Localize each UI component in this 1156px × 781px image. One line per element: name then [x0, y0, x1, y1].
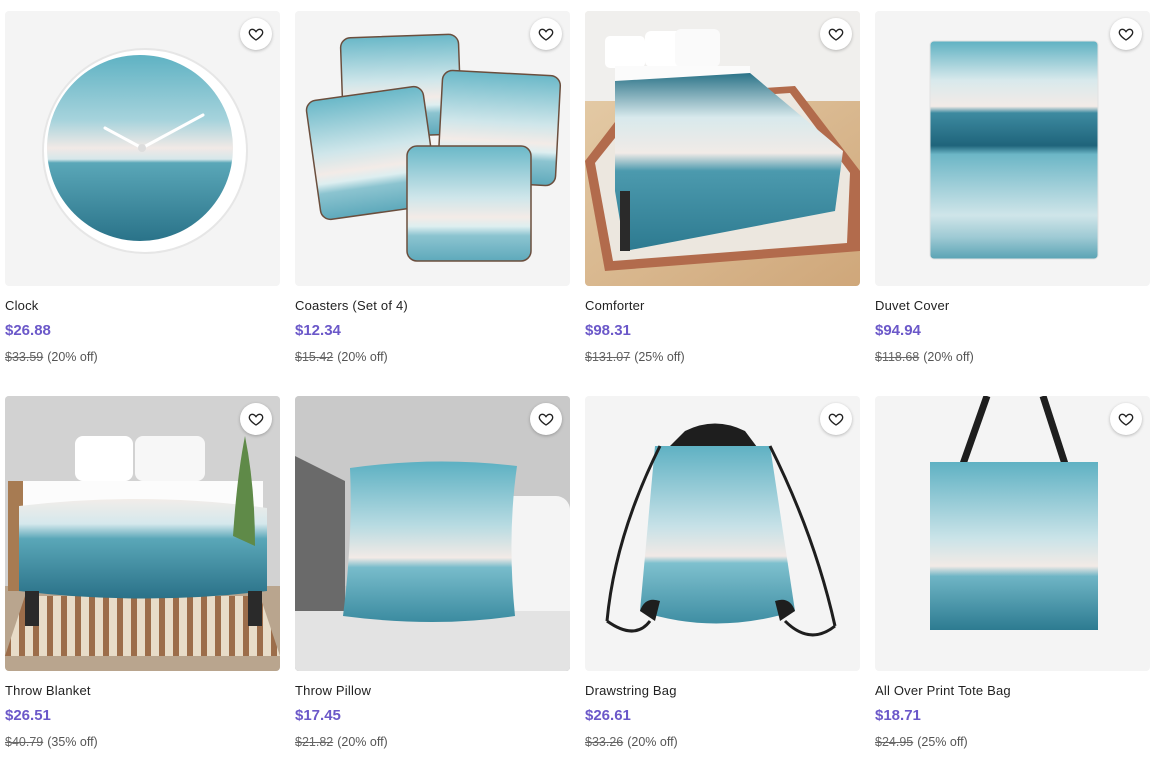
product-title[interactable]: Comforter	[585, 298, 645, 313]
heart-icon	[248, 413, 264, 426]
product-price: $26.61	[585, 707, 631, 724]
product-price: $98.31	[585, 322, 631, 339]
product-title[interactable]: Drawstring Bag	[585, 683, 677, 698]
original-price-line: $40.79 (35% off)	[5, 735, 98, 749]
favorite-button[interactable]	[820, 403, 852, 435]
product-card[interactable]: Duvet Cover $94.94 $118.68 (20% off)	[875, 11, 1150, 396]
product-title[interactable]: Duvet Cover	[875, 298, 949, 313]
original-price-line: $33.59 (20% off)	[5, 350, 98, 364]
product-price: $94.94	[875, 322, 921, 339]
tote-bag-product-image	[930, 396, 1098, 630]
original-price: $118.68	[875, 350, 920, 364]
product-price: $18.71	[875, 707, 921, 724]
product-grid: Clock $26.88 $33.59 (20% off) Coasters (…	[5, 11, 1150, 781]
product-title[interactable]: Throw Blanket	[5, 683, 91, 698]
original-price: $33.26	[585, 735, 624, 749]
original-price: $24.95	[875, 735, 914, 749]
favorite-button[interactable]	[240, 18, 272, 50]
original-price-line: $21.82 (20% off)	[295, 735, 388, 749]
product-title[interactable]: Clock	[5, 298, 39, 313]
product-title[interactable]: Coasters (Set of 4)	[295, 298, 408, 313]
original-price-line: $118.68 (20% off)	[875, 350, 974, 364]
product-card[interactable]: Comforter $98.31 $131.07 (25% off)	[585, 11, 860, 396]
product-image[interactable]	[295, 396, 570, 671]
product-card[interactable]: Throw Blanket $26.51 $40.79 (35% off)	[5, 396, 280, 781]
original-price-line: $24.95 (25% off)	[875, 735, 968, 749]
discount-label: (20% off)	[337, 735, 388, 749]
product-price: $26.88	[5, 322, 51, 339]
heart-icon	[538, 28, 554, 41]
product-card[interactable]: Coasters (Set of 4) $12.34 $15.42 (20% of…	[295, 11, 570, 396]
product-title[interactable]: Throw Pillow	[295, 683, 371, 698]
favorite-button[interactable]	[820, 18, 852, 50]
heart-icon	[1118, 413, 1134, 426]
product-price: $17.45	[295, 707, 341, 724]
heart-icon	[1118, 28, 1134, 41]
favorite-button[interactable]	[530, 18, 562, 50]
discount-label: (20% off)	[337, 350, 388, 364]
original-price: $21.82	[295, 735, 334, 749]
original-price-line: $33.26 (20% off)	[585, 735, 678, 749]
original-price-line: $131.07 (25% off)	[585, 350, 685, 364]
discount-label: (20% off)	[47, 350, 98, 364]
original-price: $131.07	[585, 350, 631, 364]
pillow-product-image	[295, 396, 570, 671]
heart-icon	[248, 28, 264, 41]
discount-label: (25% off)	[634, 350, 685, 364]
original-price: $33.59	[5, 350, 44, 364]
product-image[interactable]	[295, 11, 570, 286]
product-image[interactable]	[5, 11, 280, 286]
product-price: $26.51	[5, 707, 51, 724]
duvet-product-image	[929, 40, 1099, 260]
comforter-product-image	[585, 11, 860, 286]
heart-icon	[828, 28, 844, 41]
product-card[interactable]: Throw Pillow $17.45 $21.82 (20% off)	[295, 396, 570, 781]
original-price-line: $15.42 (20% off)	[295, 350, 388, 364]
product-image[interactable]	[875, 396, 1150, 671]
product-image[interactable]	[5, 396, 280, 671]
product-title[interactable]: All Over Print Tote Bag	[875, 683, 1011, 698]
product-image[interactable]	[585, 396, 860, 671]
discount-label: (20% off)	[923, 350, 974, 364]
product-card[interactable]: All Over Print Tote Bag $18.71 $24.95 (25…	[875, 396, 1150, 781]
heart-icon	[828, 413, 844, 426]
heart-icon	[538, 413, 554, 426]
discount-label: (20% off)	[627, 735, 678, 749]
favorite-button[interactable]	[240, 403, 272, 435]
coasters-product-image	[305, 33, 562, 262]
product-card[interactable]: Drawstring Bag $26.61 $33.26 (20% off)	[585, 396, 860, 781]
original-price: $15.42	[295, 350, 334, 364]
blanket-product-image	[5, 396, 280, 671]
product-image[interactable]	[875, 11, 1150, 286]
favorite-button[interactable]	[1110, 403, 1142, 435]
drawstring-bag-product-image	[605, 423, 837, 637]
favorite-button[interactable]	[1110, 18, 1142, 50]
favorite-button[interactable]	[530, 403, 562, 435]
product-price: $12.34	[295, 322, 341, 339]
clock-product-image	[42, 48, 248, 254]
product-card[interactable]: Clock $26.88 $33.59 (20% off)	[5, 11, 280, 396]
product-image[interactable]	[585, 11, 860, 286]
discount-label: (25% off)	[917, 735, 968, 749]
discount-label: (35% off)	[47, 735, 98, 749]
original-price: $40.79	[5, 735, 44, 749]
